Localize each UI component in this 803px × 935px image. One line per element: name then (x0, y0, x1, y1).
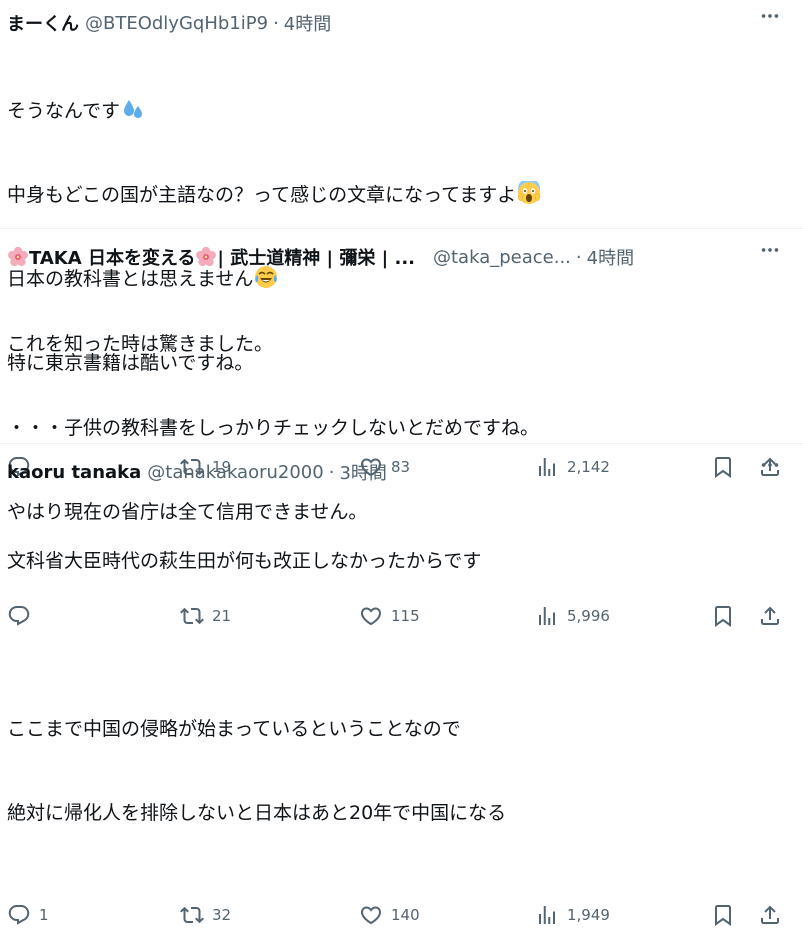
screaming-face-icon (518, 181, 541, 204)
user-handle[interactable]: @tanakakaoru2000 (147, 462, 323, 483)
tweet-header: kaoru tanaka @tanakakaoru2000 · 3時間 (7, 458, 783, 486)
text-line (7, 631, 783, 659)
separator-dot: · (273, 12, 279, 34)
tweet-text: 文科省大臣時代の萩生田が何も改正しなかったからです ここまで中国の侵略が始まって… (7, 491, 783, 883)
display-name[interactable]: kaoru tanaka (7, 462, 141, 483)
bookmark-button[interactable] (711, 895, 735, 935)
action-bar: 1 32 140 1,949 (7, 895, 783, 935)
display-name[interactable]: TAKA 日本を変える (29, 244, 195, 270)
reply-icon (7, 903, 31, 927)
tweet[interactable]: kaoru tanaka @tanakakaoru2000 · 3時間 文科省大… (0, 444, 803, 700)
view-count: 1,949 (567, 906, 610, 924)
reply-button[interactable]: 1 (7, 895, 49, 935)
bookmark-icon (711, 903, 735, 927)
text-line: 中身もどこの国が主語なの？って感じの文章になってますよ (7, 181, 783, 209)
more-options-icon[interactable] (757, 6, 783, 26)
display-name-suffix[interactable]: | 武士道精神 | 彌栄 | ... (217, 244, 415, 270)
retweet-button[interactable]: 32 (180, 895, 231, 935)
separator-dot: · (328, 461, 335, 483)
timestamp[interactable]: 4時間 (587, 244, 634, 270)
more-options-icon[interactable] (757, 240, 783, 260)
user-handle[interactable]: @taka_peace... (433, 247, 571, 268)
share-icon (758, 903, 782, 927)
share-button[interactable] (758, 895, 782, 935)
tweet[interactable]: まーくん @BTEOdlyGqHb1iP9 · 4時間 そうなんです 中身もどこ… (0, 0, 803, 229)
retweet-count: 32 (212, 906, 232, 924)
text-line: これを知った時は驚きました。 (7, 333, 274, 355)
views-button[interactable]: 1,949 (535, 895, 610, 935)
views-icon (535, 903, 559, 927)
text-line: 絶対に帰化人を排除しないと日本はあと20年で中国になる (7, 802, 507, 824)
separator-dot: · (575, 246, 582, 268)
display-name[interactable]: まーくん (7, 10, 79, 36)
cherry-blossom-icon (7, 246, 29, 268)
retweet-icon (180, 903, 204, 927)
sweat-droplets-icon (124, 100, 143, 118)
like-icon (359, 903, 383, 927)
text-line: ここまで中国の侵略が始まっているということなので (7, 718, 461, 740)
tweet[interactable]: TAKA 日本を変える | 武士道精神 | 彌栄 | ... @taka_pea… (0, 229, 803, 444)
more-options-icon[interactable] (757, 455, 783, 475)
user-handle[interactable]: @BTEOdlyGqHb1iP9 (85, 13, 268, 34)
like-count: 140 (391, 906, 420, 924)
tweet-header: まーくん @BTEOdlyGqHb1iP9 · 4時間 (7, 9, 783, 37)
text-line: ・・・子供の教科書をしっかりチェックしないとだめですね。 (7, 417, 540, 439)
timestamp[interactable]: 4時間 (284, 10, 331, 36)
text-line: 文科省大臣時代の萩生田が何も改正しなかったからです (7, 550, 482, 572)
timestamp[interactable]: 3時間 (339, 459, 386, 485)
tweet-header: TAKA 日本を変える | 武士道精神 | 彌栄 | ... @taka_pea… (7, 243, 783, 271)
cherry-blossom-icon (195, 246, 217, 268)
text-line: そうなんです (7, 97, 783, 125)
reply-count: 1 (39, 906, 49, 924)
like-button[interactable]: 140 (359, 895, 420, 935)
